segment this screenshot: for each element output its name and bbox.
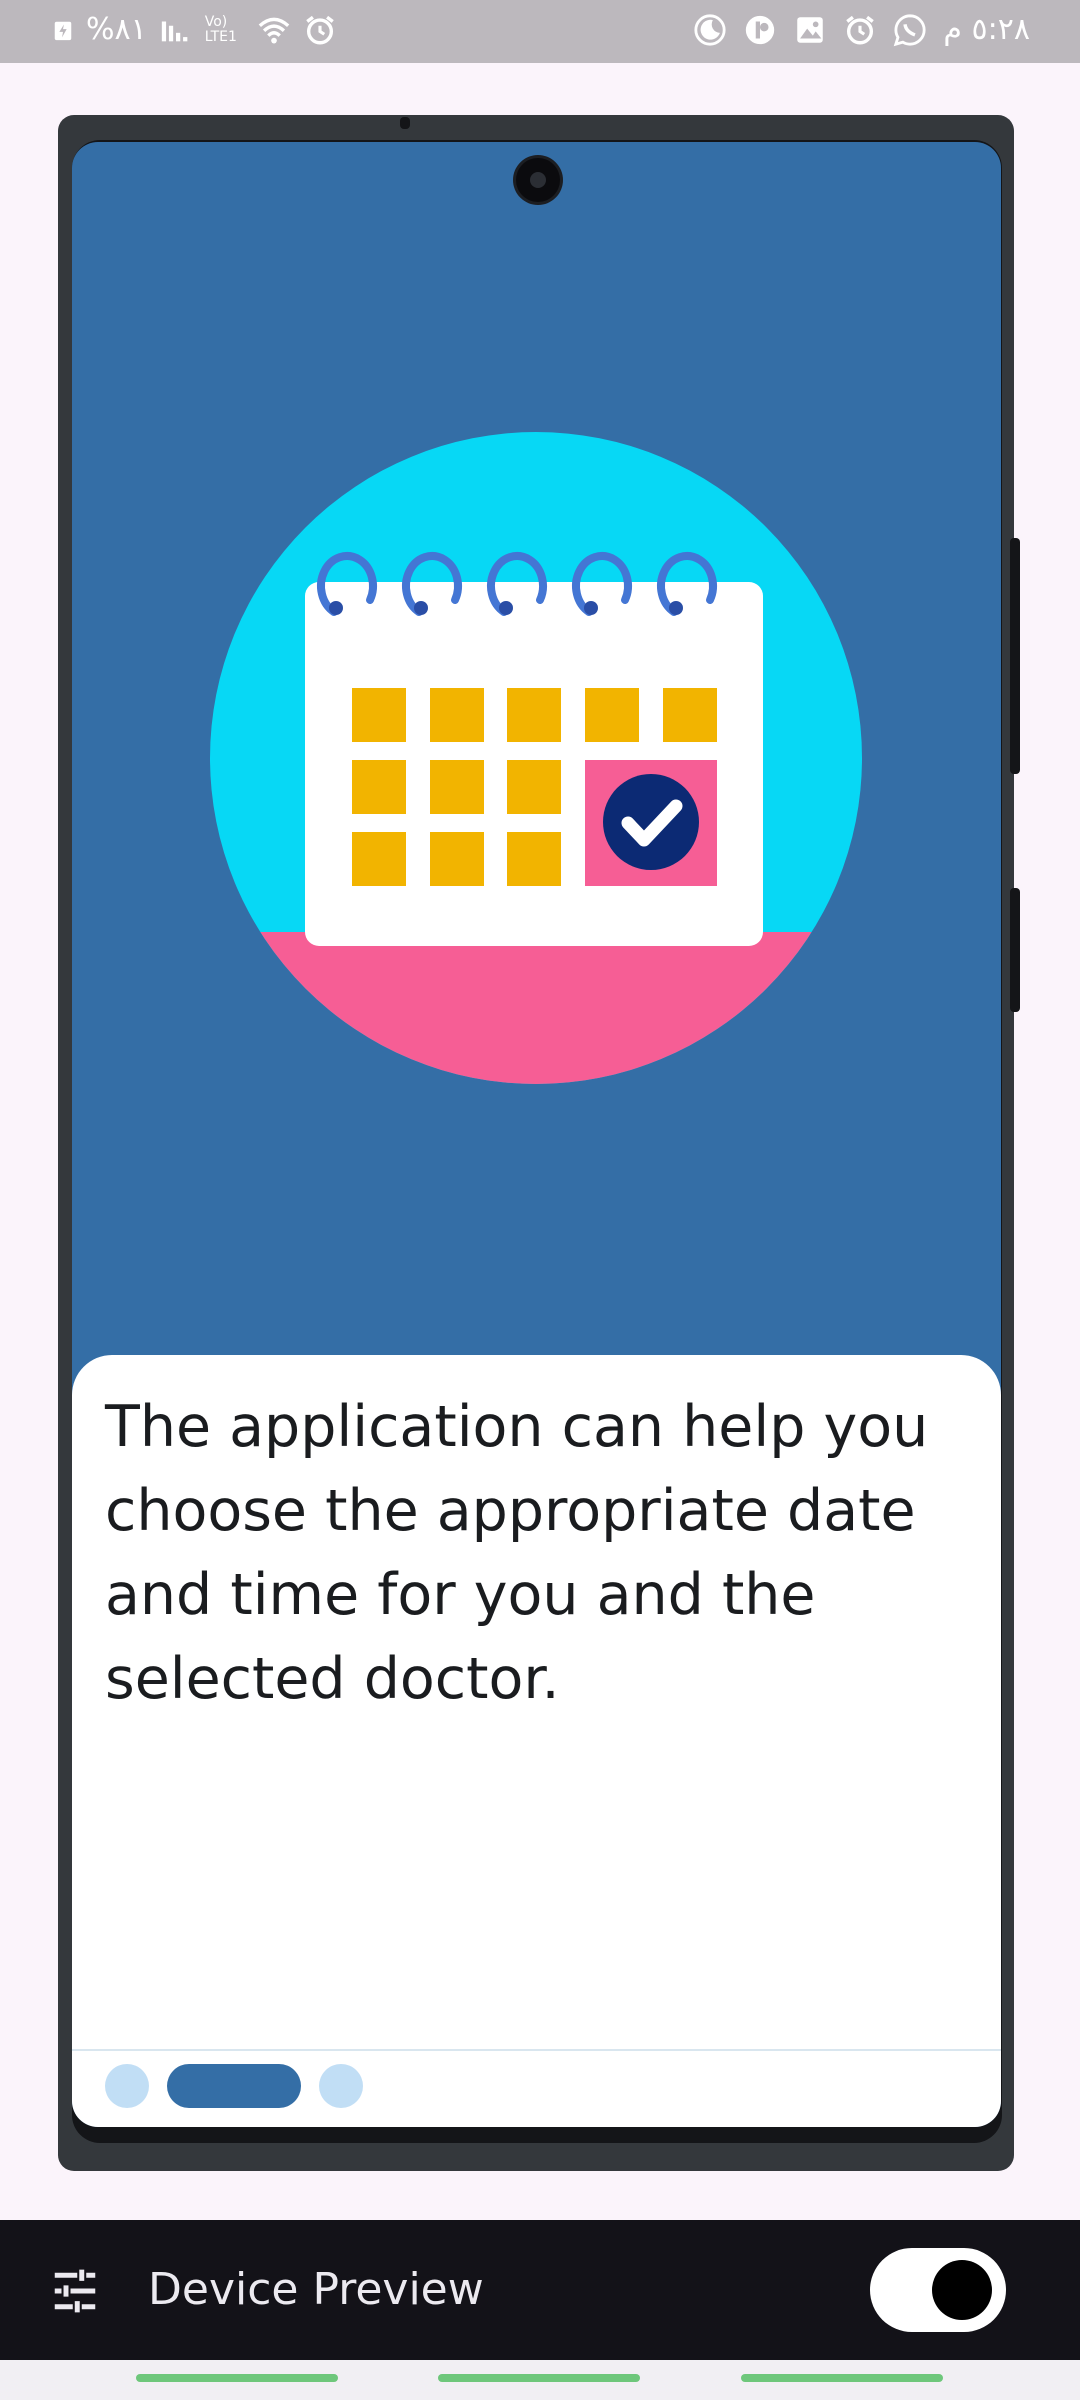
device-preview-toggle[interactable] xyxy=(870,2248,1006,2332)
battery-charging-icon xyxy=(54,21,72,41)
nav-button-back[interactable] xyxy=(741,2374,943,2382)
moon-icon xyxy=(694,14,727,46)
whatsapp-icon xyxy=(894,14,926,47)
toggle-knob xyxy=(932,2260,992,2320)
alarm-icon xyxy=(846,15,875,45)
device-screen: The application can help you choose the … xyxy=(72,142,1001,2127)
alarm-icon xyxy=(305,15,334,45)
system-nav-bar xyxy=(0,2360,1080,2400)
divider xyxy=(72,2049,1001,2051)
device-side-button xyxy=(1010,888,1020,1012)
battery-percent: %٨١ xyxy=(86,12,147,47)
status-bar: %٨١ Vo) LTE1 ٥:٢٨ م xyxy=(0,0,1080,63)
nav-button-home[interactable] xyxy=(438,2374,640,2382)
onboarding-description: The application can help you choose the … xyxy=(105,1394,929,1712)
image-icon xyxy=(797,17,824,43)
network-type: Vo) LTE1 xyxy=(204,14,237,45)
clock: ٥:٢٨ م xyxy=(943,12,1030,47)
page-indicator[interactable] xyxy=(105,2064,363,2108)
calendar-illustration xyxy=(210,432,862,1084)
wifi-icon xyxy=(258,17,290,44)
device-preview-toolbar: Device Preview xyxy=(0,2220,1080,2360)
page-dot[interactable] xyxy=(105,2064,149,2108)
page-dot-active[interactable] xyxy=(167,2064,301,2108)
toolbar-title: Device Preview xyxy=(148,2264,484,2315)
nav-button-recents[interactable] xyxy=(136,2374,338,2382)
signal-icon xyxy=(161,21,188,42)
device-top-notch xyxy=(400,117,410,129)
front-camera xyxy=(516,158,560,202)
tune-icon[interactable] xyxy=(48,2264,102,2318)
page-dot[interactable] xyxy=(319,2064,363,2108)
onboarding-card: The application can help you choose the … xyxy=(72,1355,1001,2127)
app-icon xyxy=(746,15,775,45)
device-side-button xyxy=(1010,538,1020,774)
